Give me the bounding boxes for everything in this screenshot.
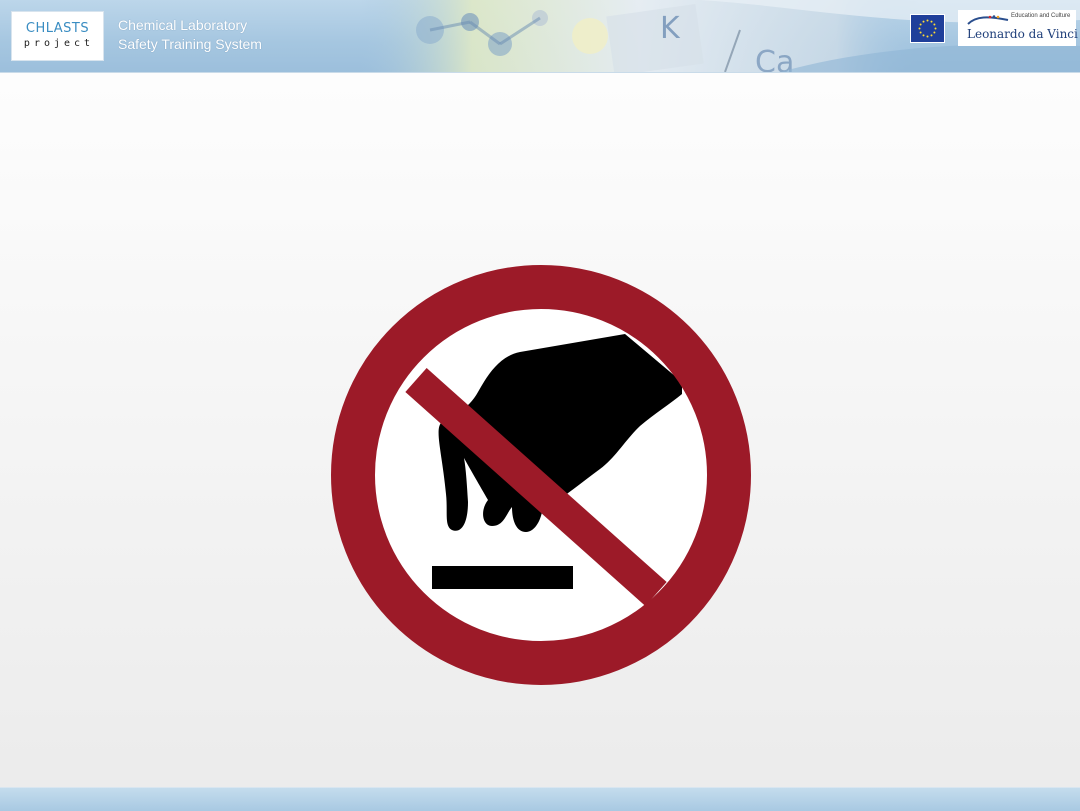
footer-bar bbox=[0, 787, 1080, 811]
chlasts-project-logo: CHLASTS project bbox=[11, 11, 104, 61]
object-bar bbox=[432, 566, 573, 589]
do-not-touch-prohibition-icon bbox=[331, 265, 751, 685]
partner-small-text: Education and Culture bbox=[1011, 13, 1071, 19]
header-title: Chemical Laboratory Safety Training Syst… bbox=[118, 16, 262, 54]
logo-line2: project bbox=[23, 38, 95, 49]
header-title-line1: Chemical Laboratory bbox=[118, 17, 248, 33]
header-banner: K Ca CHLASTS project Chemical Laboratory… bbox=[0, 0, 1080, 73]
leonardo-swoosh-icon bbox=[967, 15, 1009, 25]
eu-flag-icon bbox=[910, 14, 945, 43]
header-title-line2: Safety Training System bbox=[118, 36, 262, 52]
partner-name: Leonardo da Vinci bbox=[967, 27, 1078, 41]
leonardo-da-vinci-logo: Education and Culture Leonardo da Vinci bbox=[958, 10, 1078, 46]
logo-line1: CHLASTS bbox=[25, 21, 90, 36]
